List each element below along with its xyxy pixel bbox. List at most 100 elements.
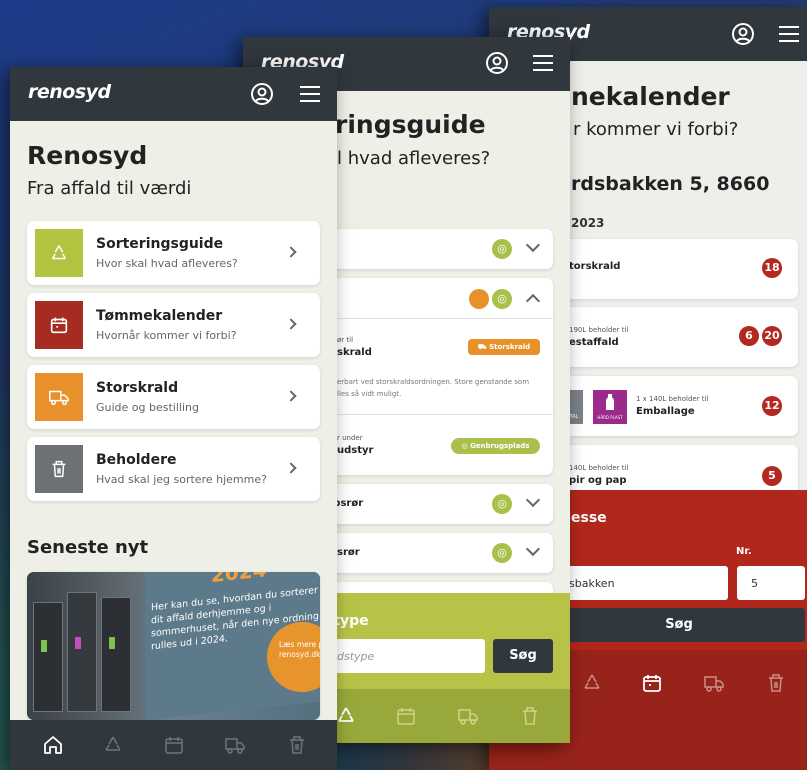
chevron-up-icon[interactable] — [525, 293, 541, 309]
item-label: ør til — [337, 336, 354, 344]
year-label: 2023 — [571, 216, 605, 230]
page-title: nekalender — [571, 82, 730, 111]
profile-icon[interactable] — [730, 21, 756, 47]
date-badge: 5 — [762, 466, 782, 486]
address-title: rdsbakken 5, 8660 — [571, 173, 770, 195]
page-title: Renosyd — [27, 141, 148, 170]
item-title: udstyr — [337, 445, 374, 456]
orange-dot — [469, 289, 489, 309]
chevron-down-icon[interactable] — [525, 237, 541, 253]
bottle-icon — [606, 394, 614, 410]
hard-plastic-chip: HÅRD PLAST — [593, 390, 627, 424]
menu-item-title: Beholdere — [96, 452, 177, 468]
menu-item-title: Sorteringsguide — [96, 236, 224, 252]
container-label: 140L beholder til — [569, 464, 629, 472]
location-pin-icon: ◎ — [492, 239, 512, 259]
address-panel-heading: esse — [571, 510, 607, 526]
container-label: 1 x 140L beholder til — [636, 395, 709, 403]
calendar-icon[interactable] — [641, 672, 663, 694]
divider — [323, 414, 553, 415]
guide-row-expanded[interactable]: ◎ ør til skrald ⛟ Storskrald erbart ved … — [323, 278, 553, 475]
app-header: renosyd — [10, 67, 337, 121]
pickup-row[interactable]: TAL HÅRD PLAST 1 x 140L beholder til Emb… — [553, 376, 798, 436]
menu-icon[interactable] — [297, 81, 323, 107]
menu-icon[interactable] — [776, 21, 802, 47]
profile-icon[interactable] — [249, 81, 275, 107]
bottom-nav — [10, 720, 337, 770]
profile-icon[interactable] — [484, 50, 510, 76]
guide-row-collapsed[interactable]: øbsrør ◎ — [323, 533, 553, 573]
menu-item-desc: Hvor skal hvad afleveres? — [96, 257, 238, 270]
truck-icon[interactable] — [224, 734, 246, 756]
bin-icon[interactable] — [765, 672, 787, 694]
container-label: 190L beholder til — [569, 326, 629, 334]
news-heading: Seneste nyt — [27, 537, 149, 558]
divider — [323, 318, 553, 319]
truck-icon[interactable] — [703, 672, 725, 694]
item-description: erbart ved storskraldsordningen. Store g… — [337, 378, 530, 386]
menu-item-tømmekalender[interactable]: Tømmekalender Hvornår kommer vi forbi? — [27, 293, 320, 357]
truck-icon — [49, 390, 69, 406]
menu-item-desc: Hvornår kommer vi forbi? — [96, 329, 237, 342]
guide-row-collapsed[interactable]: løbsrør ◎ — [323, 484, 553, 524]
pickup-row[interactable]: 190L beholder til estaffald 6 20 — [553, 307, 798, 367]
menu-icon[interactable] — [530, 50, 556, 76]
genbrugsplads-tag[interactable]: ◎ Genbrugsplads — [451, 438, 540, 454]
bin-icon[interactable] — [519, 705, 541, 727]
recycle-icon[interactable] — [102, 734, 124, 756]
item-description: lles så vidt muligt. — [337, 390, 402, 398]
guide-row-collapsed[interactable]: ◎ — [323, 229, 553, 269]
item-label: r under — [337, 434, 363, 442]
bins-illustration — [33, 592, 138, 720]
location-pin-icon: ◎ — [492, 289, 512, 309]
waste-type: Emballage — [636, 406, 695, 417]
nr-label: Nr. — [736, 546, 752, 557]
recycle-icon[interactable] — [335, 705, 357, 727]
menu-item-beholdere[interactable]: Beholdere Hvad skal jeg sortere hjemme? — [27, 437, 320, 501]
waste-type: estaffald — [569, 337, 619, 348]
page-subtitle: l hvad afleveres? — [337, 148, 491, 169]
logo: renosyd — [28, 81, 111, 103]
menu-item-desc: Hvad skal jeg sortere hjemme? — [96, 473, 267, 486]
menu-icon-tile — [35, 229, 83, 277]
location-pin-icon: ◎ — [492, 543, 512, 563]
recycle-icon[interactable] — [581, 672, 603, 694]
menu-item-title: Tømmekalender — [96, 308, 223, 324]
pickup-row[interactable]: torskrald 18 — [553, 239, 798, 299]
truck-icon[interactable] — [457, 705, 479, 727]
page-title: ringsguide — [335, 110, 486, 139]
menu-icon-tile — [35, 301, 83, 349]
page-subtitle: r kommer vi forbi? — [573, 119, 739, 140]
date-badge: 20 — [762, 326, 782, 346]
bin-icon — [52, 460, 66, 478]
search-input[interactable]: dstype — [323, 639, 485, 673]
calendar-icon[interactable] — [163, 734, 185, 756]
recycle-icon — [51, 245, 67, 260]
home-icon[interactable] — [42, 734, 64, 756]
menu-item-storskrald[interactable]: Storskrald Guide og bestilling — [27, 365, 320, 429]
storskrald-tag[interactable]: ⛟ Storskrald — [468, 339, 540, 355]
date-badge: 6 — [739, 326, 759, 346]
menu-icon-tile — [35, 445, 83, 493]
date-badge: 18 — [762, 258, 782, 278]
menu-item-sorteringsguide[interactable]: Sorteringsguide Hvor skal hvad afleveres… — [27, 221, 320, 285]
calendar-icon — [50, 317, 68, 334]
search-button[interactable]: Søg — [493, 639, 553, 673]
search-button[interactable]: Søg — [553, 608, 805, 642]
date-badge: 12 — [762, 396, 782, 416]
street-input[interactable]: sbakken — [553, 566, 728, 600]
chevron-right-icon — [285, 390, 297, 402]
bin-icon[interactable] — [286, 734, 308, 756]
news-card[interactable]: 2024 Her kan du se, hvordan du sorterer … — [27, 572, 320, 720]
chevron-down-icon[interactable] — [525, 541, 541, 557]
news-year: 2024 — [211, 572, 267, 588]
chevron-right-icon — [285, 318, 297, 330]
menu-icon-tile — [35, 373, 83, 421]
calendar-icon[interactable] — [395, 705, 417, 727]
news-image: 2024 Her kan du se, hvordan du sorterer … — [27, 572, 320, 720]
menu-item-desc: Guide og bestilling — [96, 401, 199, 414]
chevron-down-icon[interactable] — [525, 492, 541, 508]
phone-home: renosyd Renosyd Fra affald til værdi Sor… — [10, 67, 337, 770]
house-number-input[interactable]: 5 — [737, 566, 805, 600]
location-pin-icon: ◎ — [492, 494, 512, 514]
